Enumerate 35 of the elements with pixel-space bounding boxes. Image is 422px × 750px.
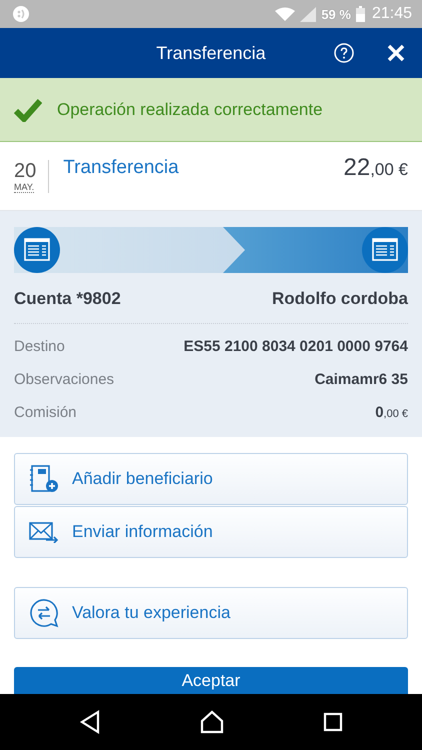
recents-icon[interactable] bbox=[322, 712, 343, 732]
origin-account: Cuenta *9802 bbox=[14, 289, 121, 309]
feedback-button[interactable]: Valora tu experiencia bbox=[14, 587, 408, 639]
account-card-icon bbox=[362, 227, 408, 273]
detail-value: 0,00 € bbox=[375, 403, 408, 423]
home-icon[interactable] bbox=[200, 710, 224, 734]
detail-label: Destino bbox=[14, 337, 65, 357]
transaction-title: Transferencia bbox=[63, 157, 180, 179]
detail-label: Observaciones bbox=[14, 370, 114, 390]
back-icon[interactable] bbox=[79, 710, 102, 734]
action-button[interactable]: Añadir beneficiario bbox=[14, 453, 408, 505]
battery-icon bbox=[356, 6, 365, 22]
check-icon bbox=[14, 98, 42, 122]
success-message: Operación realizada correctamente bbox=[57, 100, 323, 120]
transaction-amount: 22,00 € bbox=[343, 154, 408, 182]
detail-value: ES55 2100 8034 0201 0000 9764 bbox=[184, 337, 408, 357]
date-day: 20 bbox=[14, 160, 36, 182]
address-book-plus-icon bbox=[29, 465, 59, 493]
clock: 21:45 bbox=[372, 5, 412, 23]
battery-percent: 59 % bbox=[321, 6, 351, 22]
screen-title: Transferencia bbox=[156, 42, 266, 64]
help-icon[interactable] bbox=[334, 43, 354, 63]
signal-icon bbox=[300, 6, 316, 22]
detail-label: Comisión bbox=[14, 403, 77, 423]
date-month: MAY. bbox=[14, 182, 34, 192]
action-button[interactable]: Enviar información bbox=[14, 506, 408, 558]
chat-bubble-arrows-icon bbox=[29, 598, 59, 628]
wifi-icon bbox=[275, 6, 296, 22]
close-icon[interactable] bbox=[387, 44, 405, 62]
accept-button[interactable]: Aceptar bbox=[14, 667, 408, 694]
account-card-icon bbox=[14, 227, 60, 273]
recipient-name: Rodolfo cordoba bbox=[272, 289, 408, 309]
detail-value: Caimamr6 35 bbox=[314, 370, 408, 390]
envelope-arrow-icon bbox=[29, 521, 59, 543]
app-notification-icon bbox=[12, 5, 30, 23]
